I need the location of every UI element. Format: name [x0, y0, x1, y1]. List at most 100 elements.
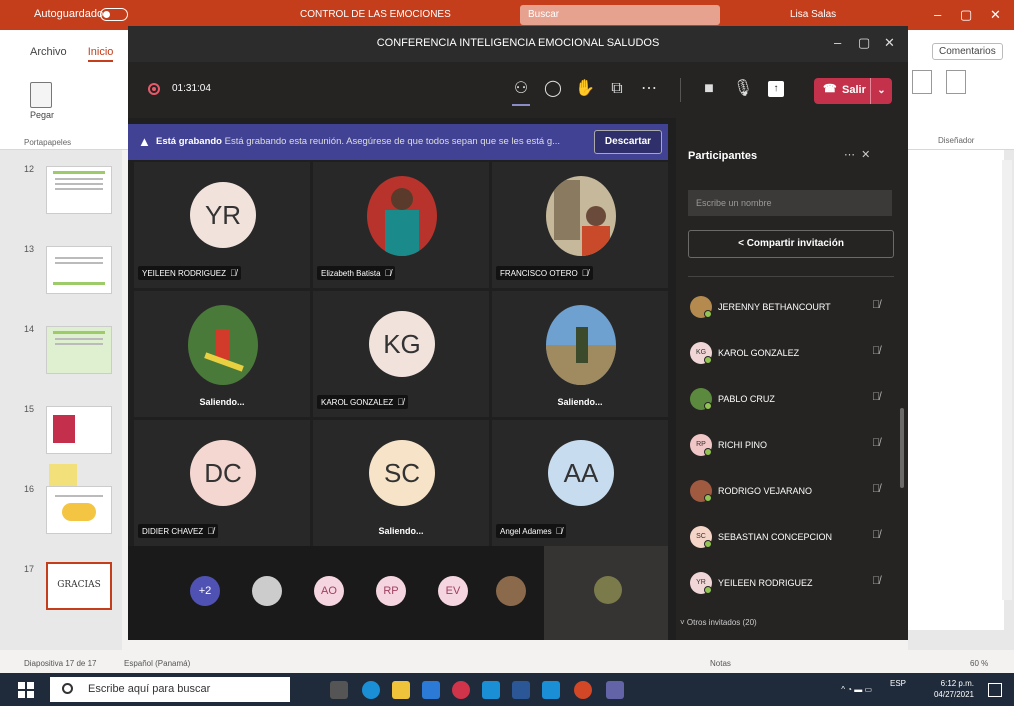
participant-tile[interactable]: Elizabeth Batista 🎙̸ — [313, 162, 489, 288]
avatar: AA — [548, 440, 614, 506]
participant-name: DIDIER CHAVEZ — [142, 527, 204, 536]
tray-icons[interactable]: ^ ◔ ▬ ▭ — [812, 685, 872, 694]
share-invite-button[interactable]: < Compartir invitación — [688, 230, 894, 258]
participant-tile[interactable]: YR YEILEEN RODRIGUEZ 🎙̸ — [134, 162, 310, 288]
rooms-icon[interactable]: ⧉ — [606, 78, 628, 100]
app-icon[interactable] — [482, 681, 500, 699]
recording-icon — [148, 83, 160, 95]
slide-thumbnail[interactable] — [46, 326, 112, 374]
participant-list-item[interactable]: RP RICHI PINO 🎙̸ — [688, 432, 894, 458]
slide-thumbnail[interactable] — [46, 486, 112, 534]
strip-avatar[interactable] — [252, 576, 282, 606]
store-icon[interactable] — [422, 681, 440, 699]
reactions-icon[interactable]: ✋ — [574, 78, 596, 100]
teams-taskbar-icon[interactable] — [606, 681, 624, 699]
zoom-level[interactable]: 60 % — [970, 659, 988, 668]
more-participants-badge[interactable]: +2 — [190, 576, 220, 606]
microphone-icon[interactable]: 🎙 — [732, 78, 754, 100]
slide-thumbnail[interactable] — [46, 406, 112, 492]
leaving-status: Saliendo... — [378, 526, 424, 536]
mail-icon[interactable] — [542, 681, 560, 699]
powerpoint-taskbar-icon[interactable] — [574, 681, 592, 699]
tab-inicio[interactable]: Inicio — [87, 46, 114, 62]
participant-list-name: SEBASTIAN CONCEPCION — [718, 532, 833, 542]
ppt-search-box[interactable]: Buscar — [520, 5, 720, 25]
dismiss-button[interactable]: Descartar — [594, 130, 662, 154]
ppt-maximize-icon[interactable]: ▢ — [960, 7, 972, 23]
participant-tile[interactable]: DC DIDIER CHAVEZ 🎙̸ — [134, 420, 310, 546]
warning-icon: ▲ — [138, 134, 151, 149]
mic-muted-icon[interactable]: 🎙̸ — [872, 575, 880, 587]
slide-thumbnail[interactable] — [46, 246, 112, 294]
word-icon[interactable] — [512, 681, 530, 699]
chevron-down-icon[interactable]: ⌄ — [870, 78, 892, 104]
task-view-icon[interactable] — [330, 681, 348, 699]
teams-maximize-icon[interactable]: ▢ — [858, 35, 870, 51]
leave-button[interactable]: ☎ Salir ⌄ — [814, 78, 892, 104]
ppt-close-icon[interactable]: ✕ — [990, 7, 1001, 23]
participant-search-input[interactable]: Escribe un nombre — [688, 190, 892, 216]
mic-muted-icon[interactable]: 🎙̸ — [872, 391, 880, 403]
mic-muted-icon[interactable]: 🎙̸ — [872, 483, 880, 495]
teams-minimize-icon[interactable]: – — [834, 35, 841, 50]
teams-close-icon[interactable]: ✕ — [884, 35, 895, 51]
clock-date[interactable]: 04/27/2021 — [914, 690, 974, 699]
windows-start-icon[interactable] — [18, 682, 34, 698]
edge-icon[interactable] — [362, 681, 380, 699]
participant-tile[interactable]: FRANCISCO OTERO 🎙̸ — [492, 162, 668, 288]
security-icon[interactable] — [452, 681, 470, 699]
notes-button[interactable]: Notas — [710, 659, 731, 668]
participant-tile[interactable]: AA Angel Adames 🎙̸ — [492, 420, 668, 546]
notification-icon[interactable] — [988, 683, 1002, 697]
tab-archivo[interactable]: Archivo — [30, 46, 67, 58]
taskbar-search-box[interactable]: Escribe aquí para buscar — [50, 677, 290, 702]
participant-tile[interactable]: Saliendo... — [134, 291, 310, 417]
more-options-icon[interactable]: ⋯ — [638, 78, 660, 100]
paste-label: Pegar — [30, 110, 55, 120]
participant-tile[interactable]: SC Saliendo... — [313, 420, 489, 546]
participant-list-item[interactable]: SC SEBASTIAN CONCEPCION 🎙̸ — [688, 524, 894, 550]
paste-button[interactable]: Pegar — [30, 82, 54, 120]
participant-tile[interactable]: Saliendo... — [492, 291, 668, 417]
ppt-minimize-icon[interactable]: – — [934, 7, 941, 22]
chat-icon[interactable]: ◯ — [542, 78, 564, 100]
mic-muted-icon[interactable]: 🎙̸ — [872, 437, 880, 449]
language-indicator[interactable]: ESP — [882, 679, 906, 688]
mic-muted-icon[interactable]: 🎙̸ — [872, 345, 880, 357]
participant-list-item[interactable]: KG KAROL GONZALEZ 🎙̸ — [688, 340, 894, 366]
mic-muted-icon[interactable]: 🎙̸ — [872, 299, 880, 311]
participant-list-item[interactable]: RODRIGO VEJARANO 🎙̸ — [688, 478, 894, 504]
participants-icon[interactable]: ⚇ — [510, 78, 532, 106]
share-screen-icon[interactable]: ↑ — [768, 81, 784, 97]
participant-photo — [546, 305, 616, 385]
strip-avatar[interactable]: RP — [376, 576, 406, 606]
comments-button[interactable]: Comentarios — [932, 43, 1003, 60]
panel-scrollbar[interactable] — [900, 408, 904, 488]
file-explorer-icon[interactable] — [392, 681, 410, 699]
participant-list-item[interactable]: YR YEILEEN RODRIGUEZ 🎙̸ — [688, 570, 894, 596]
strip-avatar[interactable]: AO — [314, 576, 344, 606]
ribbon-tabs: Archivo Inicio — [30, 46, 131, 62]
other-invitees-toggle[interactable]: ˅ Otros invitados (20) — [680, 618, 757, 627]
participant-list-item[interactable]: JERENNY BETHANCOURT 🎙̸ — [688, 294, 894, 320]
panel-more-close-icon[interactable]: ⋯ ✕ — [844, 148, 870, 161]
mic-muted-icon[interactable]: 🎙̸ — [872, 529, 880, 541]
strip-avatar[interactable]: EV — [438, 576, 468, 606]
participant-list-item[interactable]: PABLO CRUZ 🎙̸ — [688, 386, 894, 412]
participant-tile[interactable]: KG KAROL GONZALEZ 🎙̸ — [313, 291, 489, 417]
designer-icon[interactable] — [946, 70, 967, 94]
ppt-vertical-scrollbar[interactable] — [1002, 160, 1012, 600]
mic-muted-icon: 🎙̸ — [230, 268, 237, 278]
other-invitees-label: Otros invitados (20) — [686, 618, 757, 627]
ppt-user-name[interactable]: Lisa Salas — [790, 9, 836, 20]
autosave-toggle[interactable] — [100, 8, 128, 21]
clock-time[interactable]: 6:12 p.m. — [914, 679, 974, 688]
strip-avatar[interactable] — [496, 576, 526, 606]
leaving-status: Saliendo... — [199, 397, 245, 407]
status-language[interactable]: Español (Panamá) — [124, 659, 190, 668]
slide-thumbnail-active[interactable]: GRACIAS — [46, 562, 112, 610]
slide-thumbnail[interactable] — [46, 166, 112, 214]
camera-off-icon[interactable]: ■ — [698, 78, 720, 100]
dictate-icon[interactable] — [912, 70, 932, 94]
participant-name: KAROL GONZALEZ — [321, 398, 394, 407]
